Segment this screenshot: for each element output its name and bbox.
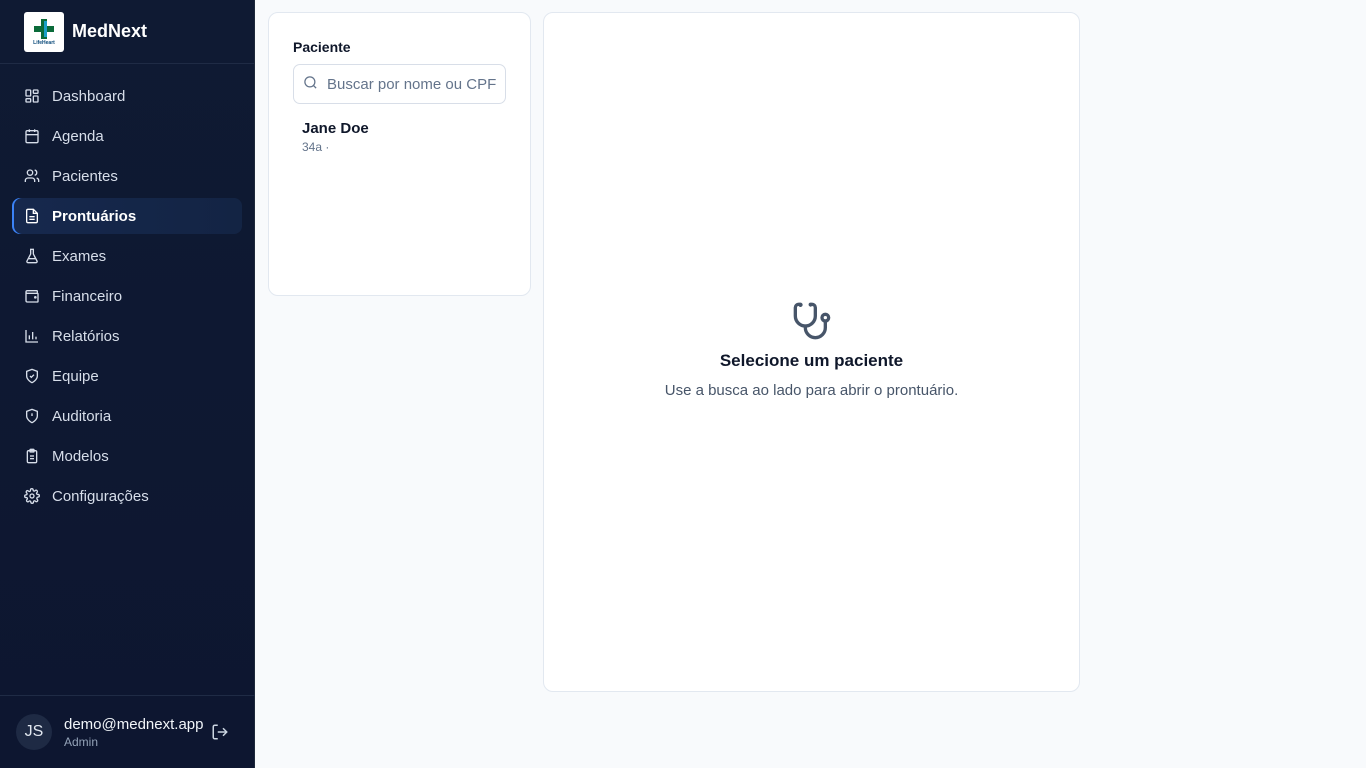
sidebar-item-modelos[interactable]: Modelos: [12, 438, 242, 474]
search-input[interactable]: [327, 75, 497, 93]
user-info: demo@mednext.app Admin: [64, 716, 203, 749]
sidebar-nav: Dashboard Agenda Pacientes Prontuários E…: [0, 64, 254, 518]
gear-icon: [24, 488, 40, 504]
logout-icon[interactable]: [211, 723, 229, 741]
patient-panel: Paciente Jane Doe 34a ·: [268, 12, 531, 296]
sidebar-item-label: Prontuários: [52, 207, 137, 225]
sidebar-item-label: Financeiro: [52, 287, 123, 305]
sidebar-item-relatorios[interactable]: Relatórios: [12, 318, 242, 354]
sidebar-item-label: Exames: [52, 247, 107, 265]
shield-check-icon: [24, 368, 40, 384]
sidebar-item-agenda[interactable]: Agenda: [12, 118, 242, 154]
sidebar-item-auditoria[interactable]: Auditoria: [12, 398, 242, 434]
sidebar-item-equipe[interactable]: Equipe: [12, 358, 242, 394]
shield-alert-icon: [24, 408, 40, 424]
empty-state: Selecione um paciente Use a busca ao lad…: [544, 301, 1079, 399]
sidebar-item-label: Configurações: [52, 487, 149, 505]
record-panel: Selecione um paciente Use a busca ao lad…: [543, 12, 1080, 692]
sidebar-item-label: Auditoria: [52, 407, 112, 425]
bar-chart-icon: [24, 328, 40, 344]
patient-name: Jane Doe: [302, 120, 369, 137]
brand-header: LifeHeart MedNext: [0, 0, 254, 64]
user-email: demo@mednext.app: [64, 715, 204, 733]
sidebar-item-pacientes[interactable]: Pacientes: [12, 158, 242, 194]
sidebar-item-label: Agenda: [52, 127, 104, 145]
user-profile: JS demo@mednext.app Admin: [0, 695, 255, 768]
file-text-icon: [24, 208, 40, 224]
calendar-icon: [24, 128, 40, 144]
list-item[interactable]: Jane Doe 34a ·: [293, 120, 506, 154]
brand-name: MedNext: [72, 21, 148, 41]
empty-state-subtitle: Use a busca ao lado para abrir o prontuá…: [664, 382, 959, 399]
sidebar: LifeHeart MedNext Dashboard Agenda Pacie…: [0, 0, 255, 768]
stethoscope-icon: [792, 301, 832, 341]
sidebar-item-financeiro[interactable]: Financeiro: [12, 278, 242, 314]
sidebar-item-label: Modelos: [52, 447, 109, 465]
users-icon: [24, 168, 40, 184]
empty-state-title: Selecione um paciente: [719, 351, 904, 370]
clipboard-icon: [24, 448, 40, 464]
sidebar-item-label: Dashboard: [52, 87, 126, 105]
flask-icon: [24, 248, 40, 264]
sidebar-item-configuracoes[interactable]: Configurações: [12, 478, 242, 514]
sidebar-item-exames[interactable]: Exames: [12, 238, 242, 274]
user-role: Admin: [64, 734, 99, 749]
logo-text: LifeHeart: [33, 39, 55, 46]
patient-meta: 34a ·: [302, 140, 330, 154]
wallet-icon: [24, 288, 40, 304]
dashboard-icon: [24, 88, 40, 104]
search-icon: [303, 75, 318, 90]
sidebar-item-label: Relatórios: [52, 327, 120, 345]
avatar[interactable]: JS: [16, 714, 52, 750]
sidebar-item-label: Equipe: [52, 367, 99, 385]
panel-title: Paciente: [293, 39, 351, 55]
medical-cross-icon: [34, 18, 54, 39]
app-logo[interactable]: LifeHeart: [24, 11, 64, 52]
sidebar-item-dashboard[interactable]: Dashboard: [12, 78, 242, 114]
search-box: [293, 64, 506, 104]
sidebar-item-label: Pacientes: [52, 167, 118, 185]
sidebar-item-prontuarios[interactable]: Prontuários: [12, 198, 242, 234]
